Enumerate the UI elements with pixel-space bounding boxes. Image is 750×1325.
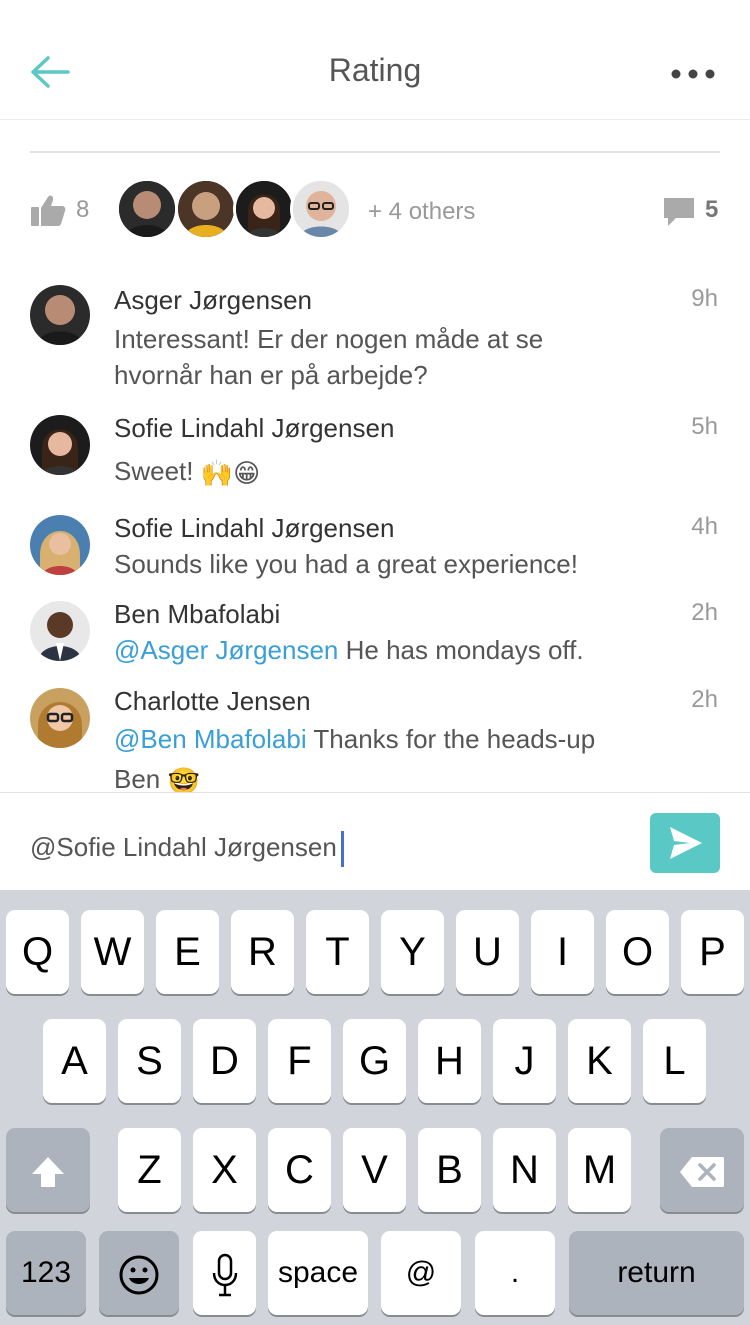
top-bar: Rating xyxy=(0,0,750,120)
page-title: Rating xyxy=(328,52,422,88)
key[interactable]: J xyxy=(493,1019,556,1103)
avatar[interactable] xyxy=(30,515,90,575)
key[interactable]: A xyxy=(43,1019,106,1103)
key[interactable]: I xyxy=(531,910,594,994)
dictation-key[interactable] xyxy=(193,1231,256,1315)
comment-author[interactable]: Sofie Lindahl Jørgensen xyxy=(114,413,394,444)
key[interactable]: Z xyxy=(118,1128,181,1212)
comment-count: 5 xyxy=(705,196,719,223)
avatar[interactable] xyxy=(30,601,90,661)
key[interactable]: F xyxy=(268,1019,331,1103)
comment-text: Sounds like you had a great experience! xyxy=(114,549,578,579)
comment-author[interactable]: Asger Jørgensen xyxy=(114,285,312,316)
comment-time: 5h xyxy=(691,413,718,440)
key[interactable]: D xyxy=(193,1019,256,1103)
key[interactable]: X xyxy=(193,1128,256,1212)
text-caret xyxy=(340,831,344,867)
liker-avatar[interactable] xyxy=(290,178,352,240)
comment-time: 4h xyxy=(691,513,718,540)
key[interactable]: W xyxy=(81,910,144,994)
like-count: 8 xyxy=(76,196,90,223)
send-button[interactable] xyxy=(650,813,720,873)
emoji: 🙌😁 xyxy=(200,458,261,489)
liker-avatar[interactable] xyxy=(116,178,178,240)
comment-time: 2h xyxy=(691,599,718,626)
space-key[interactable]: space xyxy=(268,1231,368,1315)
comment-item: Sofie Lindahl Jørgensen 5h Sweet! 🙌😁 xyxy=(0,413,750,493)
key[interactable]: G xyxy=(343,1019,406,1103)
key[interactable]: N xyxy=(493,1128,556,1212)
thumbs-up-icon[interactable] xyxy=(30,192,66,228)
backspace-icon xyxy=(680,1157,724,1188)
key[interactable]: H xyxy=(418,1019,481,1103)
avatar[interactable] xyxy=(30,415,90,475)
key[interactable]: Q xyxy=(6,910,69,994)
comment-input[interactable]: @Sofie Lindahl Jørgensen xyxy=(30,831,344,867)
comment-time: 9h xyxy=(691,285,718,312)
likes-row: 8 + 4 others 5 xyxy=(0,178,750,248)
comment-input-value: @Sofie Lindahl Jørgensen xyxy=(30,831,337,862)
key[interactable]: P xyxy=(681,910,744,994)
shift-key[interactable] xyxy=(6,1128,90,1212)
backspace-key[interactable] xyxy=(660,1128,744,1212)
comment-text-row: @Asger Jørgensen He has mondays off. xyxy=(114,632,714,668)
return-key[interactable]: return xyxy=(569,1231,744,1315)
mention-link[interactable]: @Asger Jørgensen xyxy=(114,635,338,665)
key[interactable]: V xyxy=(343,1128,406,1212)
liker-avatar[interactable] xyxy=(175,178,237,240)
key[interactable]: L xyxy=(643,1019,706,1103)
key[interactable]: Y xyxy=(381,910,444,994)
comment-author[interactable]: Sofie Lindahl Jørgensen xyxy=(114,513,394,544)
emoji-smiley-icon xyxy=(119,1255,159,1295)
emoji-key[interactable] xyxy=(99,1231,179,1315)
comment-author[interactable]: Ben Mbafolabi xyxy=(114,599,280,630)
key[interactable]: O xyxy=(606,910,669,994)
comment-text: Interessant! Er der nogen måde at se hvo… xyxy=(114,324,544,390)
dot-key[interactable]: . xyxy=(475,1231,555,1315)
key[interactable]: E xyxy=(156,910,219,994)
comment-item: Sofie Lindahl Jørgensen 4h Sounds like y… xyxy=(0,513,750,583)
avatar[interactable] xyxy=(30,688,90,748)
microphone-icon xyxy=(212,1254,237,1297)
comment-bubble-icon[interactable] xyxy=(662,196,696,228)
numbers-key[interactable]: 123 xyxy=(6,1231,86,1315)
key[interactable]: R xyxy=(231,910,294,994)
comment-text-row: @Ben Mbafolabi Thanks for the heads-up B… xyxy=(114,719,624,801)
shift-arrow-icon xyxy=(32,1157,64,1188)
more-dots-icon xyxy=(671,69,715,79)
key[interactable]: C xyxy=(268,1128,331,1212)
comment-item: Charlotte Jensen 2h @Ben Mbafolabi Thank… xyxy=(0,686,750,796)
key[interactable]: S xyxy=(118,1019,181,1103)
key[interactable]: U xyxy=(456,910,519,994)
divider xyxy=(30,151,720,153)
comment-text-row: Sweet! 🙌😁 xyxy=(114,453,634,491)
comment-item: Asger Jørgensen 9h Interessant! Er der n… xyxy=(0,285,750,395)
avatar[interactable] xyxy=(30,285,90,345)
key[interactable]: T xyxy=(306,910,369,994)
comment-item: Ben Mbafolabi 2h @Asger Jørgensen He has… xyxy=(0,599,750,669)
mention-link[interactable]: @Ben Mbafolabi xyxy=(114,724,307,754)
others-count[interactable]: + 4 others xyxy=(368,198,475,226)
comment-text: He has mondays off. xyxy=(345,635,584,665)
send-icon xyxy=(670,827,702,859)
keyboard: Q W E R T Y U I O P A S D F G H J K L Z … xyxy=(0,890,750,1325)
key[interactable]: B xyxy=(418,1128,481,1212)
comment-time: 2h xyxy=(691,686,718,713)
liker-avatar[interactable] xyxy=(233,178,295,240)
key[interactable]: K xyxy=(568,1019,631,1103)
key[interactable]: M xyxy=(568,1128,631,1212)
comment-input-bar: @Sofie Lindahl Jørgensen xyxy=(0,792,750,890)
comment-text: Sweet! xyxy=(114,456,194,486)
at-key[interactable]: @ xyxy=(381,1231,461,1315)
comment-author[interactable]: Charlotte Jensen xyxy=(114,686,311,717)
more-options-button[interactable] xyxy=(670,62,720,86)
